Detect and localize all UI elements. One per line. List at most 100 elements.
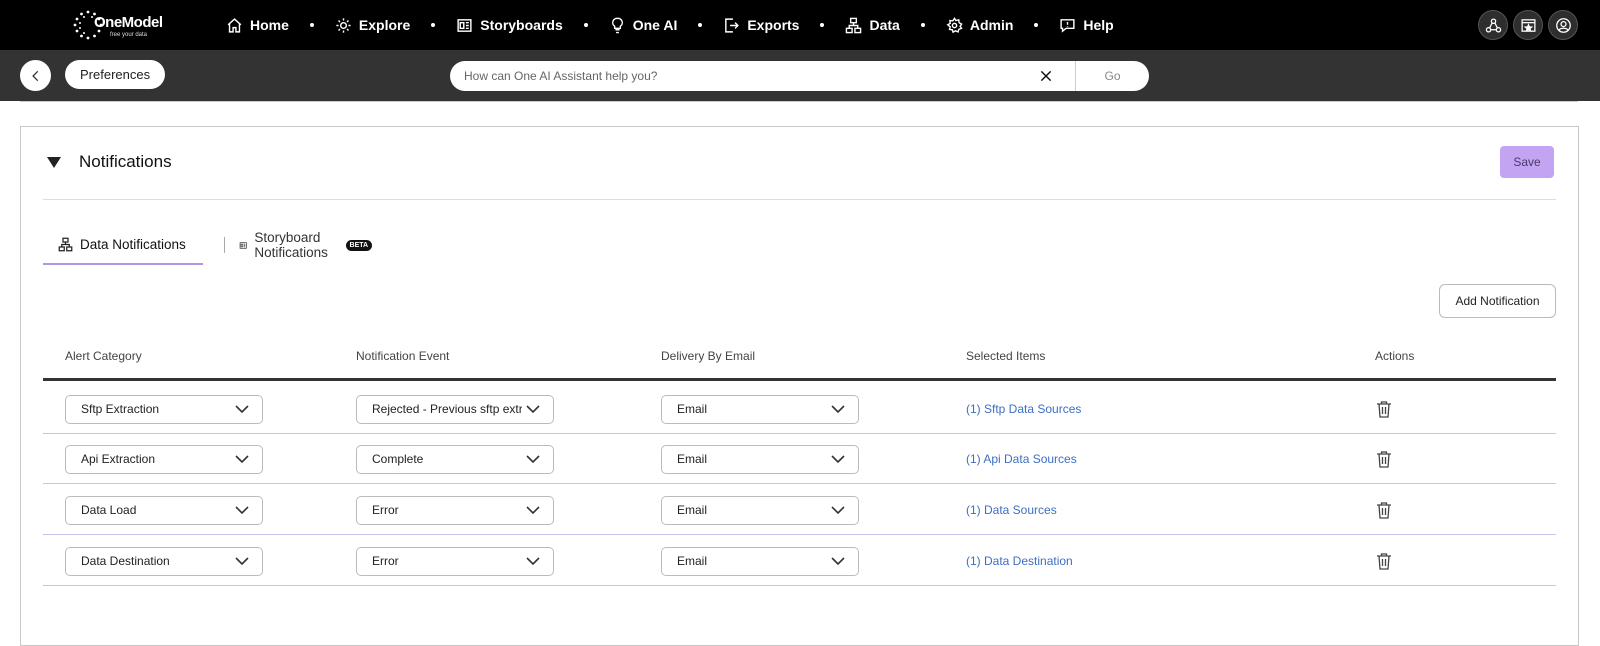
trash-icon[interactable] xyxy=(1376,451,1392,468)
notification-event-select[interactable]: Complete xyxy=(356,445,554,474)
trash-icon[interactable] xyxy=(1376,553,1392,570)
nav-explore-label: Explore xyxy=(358,17,411,33)
notifications-panel: Notifications Save Data Notifications St… xyxy=(20,126,1579,646)
divider xyxy=(43,199,1556,200)
nav-data[interactable]: Data xyxy=(845,17,900,34)
delivery-select[interactable]: Email xyxy=(661,496,859,525)
data-icon xyxy=(58,237,73,251)
select-value: Data Destination xyxy=(81,554,170,568)
select-value: Error xyxy=(372,503,399,517)
nav-separator xyxy=(1034,23,1039,27)
top-nav: OneModel free your data Home Explore Sto… xyxy=(0,0,1600,50)
trash-icon[interactable] xyxy=(1376,401,1392,418)
selected-items-link[interactable]: (1) Data Destination xyxy=(966,554,1073,568)
delivery-select[interactable]: Email xyxy=(661,395,859,424)
select-value: Email xyxy=(677,503,708,517)
export-icon xyxy=(725,17,740,33)
nav-separator xyxy=(820,23,825,27)
tab-data-notifications[interactable]: Data Notifications xyxy=(43,225,203,265)
dashboard-favorite-button[interactable] xyxy=(1513,10,1543,40)
nav-separator xyxy=(583,23,588,27)
column-header: Delivery By Email xyxy=(661,349,756,363)
table-row: Data Load Error Email (1) Data Sources xyxy=(43,485,1556,535)
brand-name: OneModel xyxy=(94,14,163,31)
notification-event-select[interactable]: Error xyxy=(356,547,554,576)
home-icon xyxy=(227,17,242,33)
tab-label: Storyboard Notifications xyxy=(254,230,328,260)
main-nav: Home Explore Storyboards One AI Exports … xyxy=(226,0,1114,50)
select-value: Email xyxy=(677,452,708,466)
column-header: Notification Event xyxy=(356,349,450,363)
column-header: Actions xyxy=(1375,349,1415,363)
nav-exports[interactable]: Exports xyxy=(723,17,799,34)
ai-assistant-input[interactable] xyxy=(464,61,1024,91)
table-row: Data Destination Error Email (1) Data De… xyxy=(43,536,1556,586)
nav-separator xyxy=(431,23,436,27)
breadcrumb-preferences[interactable]: Preferences xyxy=(65,60,166,89)
delivery-select[interactable]: Email xyxy=(661,547,859,576)
collapse-triangle-icon[interactable] xyxy=(47,157,61,168)
selected-items-link[interactable]: (1) Api Data Sources xyxy=(966,452,1077,466)
sub-bar: Preferences Go xyxy=(0,50,1600,101)
chevron-down-icon xyxy=(526,455,540,464)
user-icon xyxy=(1555,17,1571,33)
chevron-down-icon xyxy=(235,405,249,414)
notification-event-select[interactable]: Error xyxy=(356,496,554,525)
table-row: Api Extraction Complete Email (1) Api Da… xyxy=(43,434,1556,484)
chevron-down-icon xyxy=(235,455,249,464)
clear-search-button[interactable] xyxy=(1037,67,1055,85)
chevron-down-icon xyxy=(526,405,540,414)
tab-separator xyxy=(224,237,225,253)
nav-explore[interactable]: Explore xyxy=(335,17,410,34)
nav-home[interactable]: Home xyxy=(226,17,289,34)
chevron-down-icon xyxy=(526,506,540,515)
nav-help[interactable]: Help xyxy=(1059,17,1114,34)
nav-storyboards-label: Storyboards xyxy=(480,17,563,33)
go-button[interactable]: Go xyxy=(1075,61,1149,91)
alert-category-select[interactable]: Api Extraction xyxy=(65,445,263,474)
nav-right-actions xyxy=(1478,10,1578,40)
beta-badge: BETA xyxy=(345,239,373,251)
column-header: Selected Items xyxy=(966,349,1046,363)
delivery-select[interactable]: Email xyxy=(661,445,859,474)
selected-items-link[interactable]: (1) Sftp Data Sources xyxy=(966,402,1081,416)
gear-icon xyxy=(946,16,963,33)
chevron-down-icon xyxy=(831,455,845,464)
chevron-left-icon xyxy=(31,70,38,81)
lightbulb-icon xyxy=(611,17,623,33)
select-value: Data Load xyxy=(81,503,137,517)
storyboards-icon xyxy=(239,241,247,249)
alert-category-select[interactable]: Data Load xyxy=(65,496,263,525)
explore-icon xyxy=(336,17,351,33)
alert-category-select[interactable]: Data Destination xyxy=(65,547,263,576)
table-row: Sftp Extraction Rejected - Previous sftp… xyxy=(43,384,1556,434)
column-header: Alert Category xyxy=(65,349,142,363)
chevron-down-icon xyxy=(526,557,540,566)
chevron-down-icon xyxy=(831,506,845,515)
alert-category-select[interactable]: Sftp Extraction xyxy=(65,395,263,424)
nav-storyboards[interactable]: Storyboards xyxy=(456,17,563,34)
trash-icon[interactable] xyxy=(1376,502,1392,519)
select-value: Email xyxy=(677,554,708,568)
chevron-down-icon xyxy=(235,557,249,566)
save-button[interactable]: Save xyxy=(1500,146,1554,178)
back-button[interactable] xyxy=(20,60,51,91)
storyboards-icon xyxy=(457,18,472,32)
nav-admin[interactable]: Admin xyxy=(946,16,1014,34)
selected-items-link[interactable]: (1) Data Sources xyxy=(966,503,1057,517)
nav-separator xyxy=(698,23,703,27)
dashboard-star-icon xyxy=(1520,18,1536,32)
nav-one-ai[interactable]: One AI xyxy=(609,17,677,34)
user-profile-button[interactable] xyxy=(1548,10,1578,40)
add-notification-button[interactable]: Add Notification xyxy=(1439,284,1556,318)
table-header: Alert Category Notification Event Delive… xyxy=(43,337,1556,381)
select-value: Sftp Extraction xyxy=(81,402,160,416)
select-value: Api Extraction xyxy=(81,452,156,466)
network-button[interactable] xyxy=(1478,10,1508,40)
select-value: Error xyxy=(372,554,399,568)
data-icon xyxy=(846,17,862,33)
onemodel-logo[interactable]: OneModel free your data xyxy=(72,9,163,43)
notification-event-select[interactable]: Rejected - Previous sftp extraction xyxy=(356,395,554,424)
tab-storyboard-notifications[interactable]: Storyboard Notifications BETA xyxy=(239,225,373,265)
nav-admin-label: Admin xyxy=(969,17,1014,33)
